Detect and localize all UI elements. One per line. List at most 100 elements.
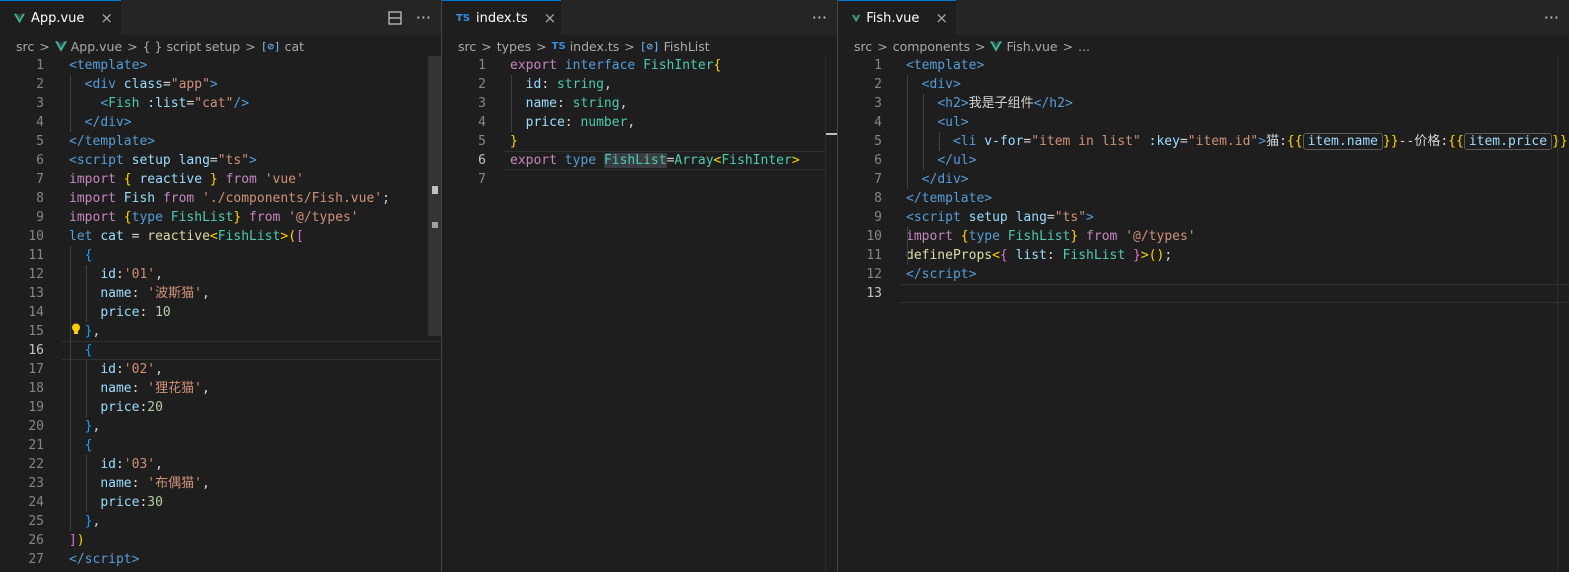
code-text: name: string, <box>510 94 628 113</box>
code-token: price <box>100 305 140 320</box>
code-line[interactable]: 10 let cat = reactive<FishList>([ <box>0 227 441 246</box>
code-line[interactable]: 1 <template> <box>838 56 1569 75</box>
code-line[interactable]: 2 <div> <box>838 75 1569 94</box>
tab-app-vue[interactable]: App.vue × <box>0 0 121 35</box>
code-line[interactable]: 18 name: '狸花猫', <box>0 379 441 398</box>
current-line-highlight <box>900 284 1569 303</box>
code-editor[interactable]: 1 export interface FishInter{2 id: string… <box>442 56 837 189</box>
code-line[interactable]: 9 <script setup lang="ts"> <box>838 208 1569 227</box>
code-editor[interactable]: 1 <template> 2 <div class="app"> 3 <Fish :l… <box>0 56 441 569</box>
breadcrumb-item[interactable]: [⊘] cat <box>261 39 304 54</box>
code-line[interactable]: 9 import {type FishList} from '@/types' <box>0 208 441 227</box>
breadcrumb-item[interactable]: [⊘] FishList <box>640 39 710 54</box>
code-line[interactable]: 5} <box>442 132 837 151</box>
code-line[interactable]: 24 price:30 <box>0 493 441 512</box>
code-line[interactable]: 2 <div class="app"> <box>0 75 441 94</box>
code-line[interactable]: 17 id:'02', <box>0 360 441 379</box>
code-line[interactable]: 3 <h2>我是子组件</h2> <box>838 94 1569 113</box>
code-line[interactable]: 6 export type FishList=Array<FishInter> <box>442 151 837 170</box>
split-editor-icon[interactable] <box>388 10 402 25</box>
more-actions-icon[interactable]: ··· <box>416 8 431 27</box>
code-editor[interactable]: 1 <template> 2 <div> 3 <h2>我是子组件</h2> 4 <ul>… <box>838 56 1569 303</box>
code-line[interactable]: 6 </ul> <box>838 151 1569 170</box>
code-line[interactable]: 4 price: number, <box>442 113 837 132</box>
code-line[interactable]: 11 defineProps<{ list: FishList }>(); <box>838 246 1569 265</box>
code-token: FishList <box>603 153 667 168</box>
breadcrumb-item[interactable]: src <box>16 39 34 54</box>
code-line[interactable]: 15 }, <box>0 322 441 341</box>
code-line[interactable]: 13 <box>838 284 1569 303</box>
code-token: = <box>162 77 171 92</box>
breadcrumb-item[interactable]: { } script setup <box>143 39 241 54</box>
close-icon[interactable]: × <box>935 9 948 27</box>
breadcrumb-item[interactable]: ... <box>1078 39 1090 54</box>
code-text: </script> <box>906 265 976 284</box>
tab-index-ts[interactable]: TS index.ts × <box>442 0 561 35</box>
code-line[interactable]: 11 { <box>0 246 441 265</box>
code-token: = <box>1046 210 1055 225</box>
more-actions-icon[interactable]: ··· <box>1544 8 1559 27</box>
lightbulb-icon[interactable] <box>71 323 81 335</box>
code-line[interactable]: 5 <li v-for="item in list" :key="item.id… <box>838 132 1569 151</box>
code-line[interactable]: 27 </script> <box>0 550 441 569</box>
editor-pane-fish[interactable]: Fish.vue × ··· src > components > Fish.v… <box>838 0 1569 572</box>
code-line[interactable]: 22 id:'03', <box>0 455 441 474</box>
vertical-scrollbar[interactable] <box>428 56 441 336</box>
breadcrumb-item[interactable]: types <box>497 39 531 54</box>
more-actions-icon[interactable]: ··· <box>812 8 827 27</box>
code-line[interactable]: 14 price: 10 <box>0 303 441 322</box>
code-line[interactable]: 8 </template> <box>838 189 1569 208</box>
code-line[interactable]: 1 <template> <box>0 56 441 75</box>
code-line[interactable]: 20 }, <box>0 417 441 436</box>
tab-label: Fish.vue <box>866 10 920 26</box>
breadcrumb-item[interactable]: src <box>854 39 872 54</box>
line-number: 27 <box>28 552 44 567</box>
code-line[interactable]: 25 }, <box>0 512 441 531</box>
code-line[interactable]: 23 name: '布偶猫', <box>0 474 441 493</box>
code-line[interactable]: 16 { <box>0 341 441 360</box>
code-line[interactable]: 7 <box>442 170 837 189</box>
code-line[interactable]: 1 export interface FishInter{ <box>442 56 837 75</box>
breadcrumb-item[interactable]: components <box>893 39 970 54</box>
code-line[interactable]: 21 { <box>0 436 441 455</box>
code-token: name <box>100 476 132 491</box>
code-line[interactable]: 3 <Fish :list="cat"/> <box>0 94 441 113</box>
code-line[interactable]: 7 import { reactive } from 'vue' <box>0 170 441 189</box>
code-line[interactable]: 4 <ul> <box>838 113 1569 132</box>
breadcrumb-item[interactable]: Fish.vue <box>990 39 1058 54</box>
code-line[interactable]: 12 </script> <box>838 265 1569 284</box>
code-line[interactable]: 13 name: '波斯猫', <box>0 284 441 303</box>
tab-fish-vue[interactable]: Fish.vue × <box>838 0 956 35</box>
line-number: 7 <box>874 172 882 187</box>
editor-pane-app[interactable]: App.vue × ··· src > App.vue > { } script… <box>0 0 441 572</box>
code-token: template <box>76 58 140 73</box>
line-number: 23 <box>28 476 44 491</box>
code-line[interactable]: 12 id:'01', <box>0 265 441 284</box>
close-icon[interactable]: × <box>544 9 557 27</box>
indent-guide <box>86 265 87 322</box>
code-line[interactable]: 26]) <box>0 531 441 550</box>
breadcrumb-item[interactable]: TS index.ts <box>552 39 620 54</box>
code-line[interactable]: 2 id: string, <box>442 75 837 94</box>
code-line[interactable]: 10 import {type FishList} from '@/types' <box>838 227 1569 246</box>
code-text: import { reactive } from 'vue' <box>69 170 304 189</box>
code-line[interactable]: 4 </div> <box>0 113 441 132</box>
code-token: './components/Fish.vue' <box>202 191 383 206</box>
code-line[interactable]: 19 price:20 <box>0 398 441 417</box>
breadcrumb-item[interactable]: src <box>458 39 476 54</box>
code-token: } <box>209 172 218 187</box>
editor-pane-index[interactable]: TS index.ts × ··· src > types > TS index… <box>442 0 837 572</box>
close-icon[interactable]: × <box>100 9 113 27</box>
code-line[interactable]: 8 import Fish from './components/Fish.vue… <box>0 189 441 208</box>
vue-icon <box>54 40 67 52</box>
code-line[interactable]: 5 </template> <box>0 132 441 151</box>
breadcrumb-item[interactable]: App.vue <box>54 39 122 54</box>
code-line[interactable]: 3 name: string, <box>442 94 837 113</box>
code-line[interactable]: 6 <script setup lang="ts"> <box>0 151 441 170</box>
code-line[interactable]: 7 </div> <box>838 170 1569 189</box>
vertical-scrollbar[interactable] <box>1557 56 1569 572</box>
